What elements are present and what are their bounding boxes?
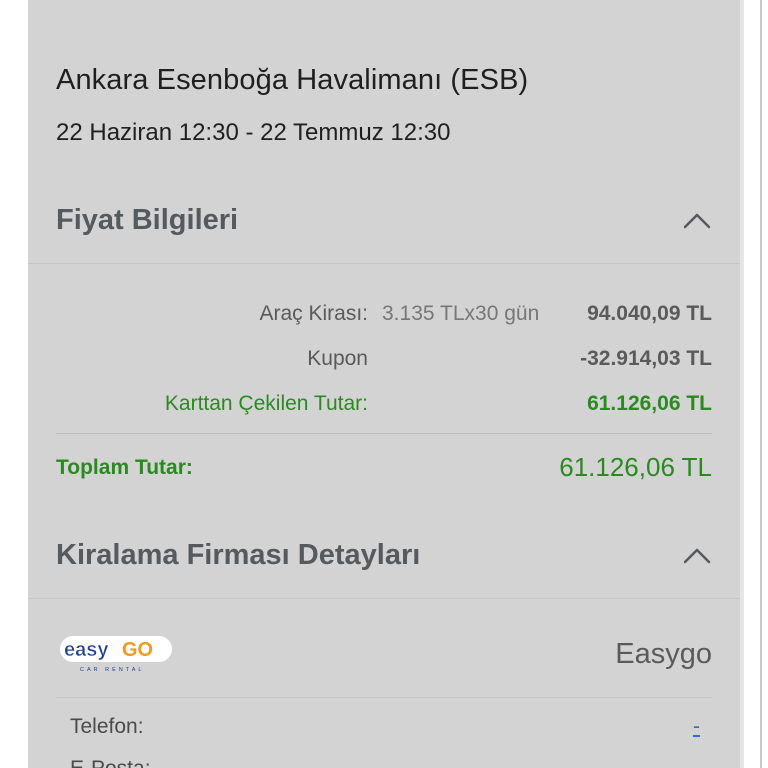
pickup-location: Ankara Esenboğa Havalimanı (ESB) bbox=[56, 64, 529, 96]
phone-label: Telefon: bbox=[70, 715, 144, 738]
total-amount: 61.126,06 TL bbox=[559, 452, 712, 482]
detail-row-email: E-Posta: bbox=[70, 757, 700, 768]
price-section-header[interactable]: Fiyat Bilgileri bbox=[28, 178, 740, 264]
total-label: Toplam Tutar: bbox=[56, 456, 193, 479]
price-row-calc: 3.135 TLx30 gün bbox=[382, 302, 540, 325]
scroll-edge-line bbox=[760, 0, 762, 768]
price-row-amount: 94.040,09 TL bbox=[587, 302, 712, 325]
email-label: E-Posta: bbox=[70, 757, 151, 768]
company-name: Easygo bbox=[615, 638, 712, 670]
price-row-charged: Karttan Çekilen Tutar: 61.126,06 TL bbox=[28, 392, 740, 422]
price-section-title: Fiyat Bilgileri bbox=[56, 204, 239, 236]
price-row-amount: -32.914,03 TL bbox=[580, 347, 712, 370]
price-row-label: Araç Kirası: bbox=[259, 302, 368, 325]
price-row-rental: Araç Kirası: 3.135 TLx30 gün 94.040,09 T… bbox=[28, 302, 740, 332]
easygo-logo: easy GO CAR RENTAL bbox=[60, 636, 172, 673]
svg-text:CAR RENTAL: CAR RENTAL bbox=[80, 667, 144, 673]
svg-text:GO: GO bbox=[122, 639, 153, 661]
price-row-label: Karttan Çekilen Tutar: bbox=[164, 392, 368, 415]
chevron-up-icon[interactable] bbox=[682, 541, 712, 571]
svg-text:easy: easy bbox=[64, 639, 109, 661]
total-row: Toplam Tutar: 61.126,06 TL bbox=[28, 452, 740, 484]
chevron-up-icon[interactable] bbox=[682, 206, 712, 236]
car-image bbox=[88, 0, 288, 10]
detail-row-phone: Telefon: - bbox=[70, 715, 700, 745]
phone-link[interactable]: - bbox=[693, 715, 700, 739]
scroll-edge bbox=[740, 0, 744, 768]
rental-summary-panel: Ankara Esenboğa Havalimanı (ESB) 22 Hazi… bbox=[28, 0, 740, 768]
company-row: easy GO CAR RENTAL Easygo bbox=[28, 600, 740, 696]
divider bbox=[56, 433, 712, 434]
divider bbox=[56, 697, 712, 698]
price-row-label: Kupon bbox=[307, 347, 368, 370]
company-section-title: Kiralama Firması Detayları bbox=[56, 539, 421, 571]
company-section-header[interactable]: Kiralama Firması Detayları bbox=[28, 513, 740, 599]
price-row-coupon: Kupon -32.914,03 TL bbox=[28, 347, 740, 377]
price-row-amount: 61.126,06 TL bbox=[587, 392, 712, 415]
rental-dates: 22 Haziran 12:30 - 22 Temmuz 12:30 bbox=[56, 119, 451, 146]
